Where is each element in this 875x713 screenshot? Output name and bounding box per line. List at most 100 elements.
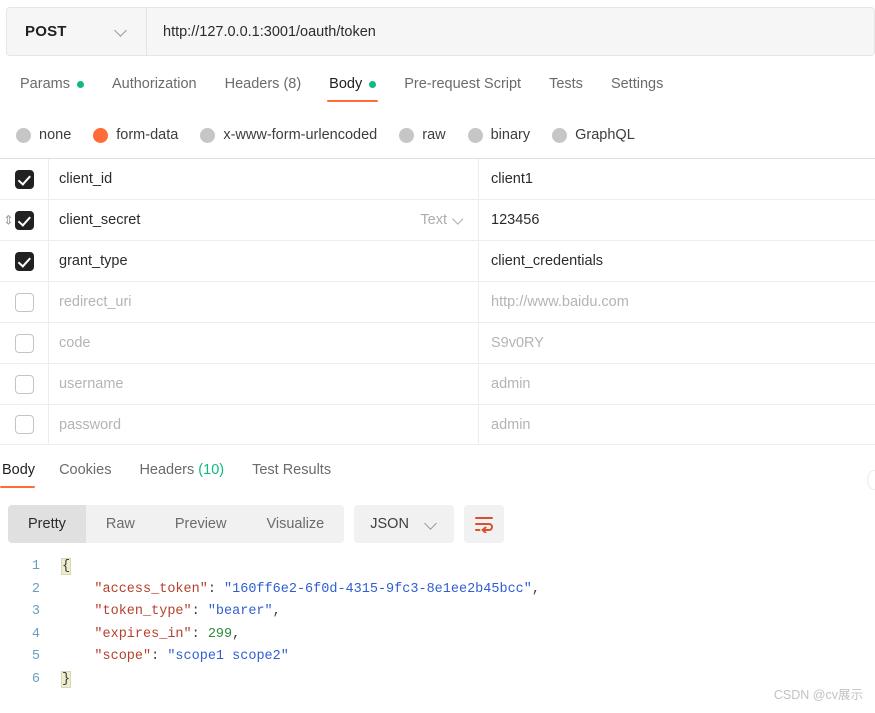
response-tab-test-results[interactable]: Test Results [238,458,345,492]
json-line-scope: "scope": "scope1 scope2" [94,649,289,665]
row-enabled-checkbox[interactable] [14,292,34,312]
json-line-close-brace: } [60,670,72,688]
body-type-none-label: none [39,127,72,143]
format-pretty-button[interactable]: Pretty [8,505,86,543]
table-row: code S9v0RY [0,322,875,363]
tab-authorization-label: Authorization [111,76,197,92]
body-type-form-data[interactable]: form-data [93,127,178,143]
row-key-text: code [59,335,91,351]
row-checkbox-cell [0,405,48,444]
body-type-graphql-label: GraphQL [575,127,635,143]
radio-selected-icon [93,127,109,143]
row-checkbox-cell [0,159,48,199]
tab-pre-request-script[interactable]: Pre-request Script [390,72,535,106]
row-enabled-checkbox[interactable] [14,169,34,189]
row-key-cell[interactable]: username [48,364,478,404]
response-tab-cookies[interactable]: Cookies [45,458,125,492]
response-tab-body[interactable]: Body [0,458,45,492]
row-key-text: client_id [59,171,113,187]
format-raw-button[interactable]: Raw [86,505,155,543]
row-value-cell[interactable]: admin [478,364,875,404]
word-wrap-button[interactable] [463,505,504,543]
body-type-binary[interactable]: binary [467,127,531,143]
response-language-dropdown[interactable]: JSON [354,505,454,543]
table-row: password admin [0,404,875,445]
body-type-x-www-form-urlencoded[interactable]: x-www-form-urlencoded [200,127,377,143]
response-format-segmented-control: Pretty Raw Preview Visualize [8,505,345,543]
row-key-cell[interactable]: client_secret Text [48,200,478,240]
json-line-access-token: "access_token": "160ff6e2-6f0d-4315-9fc3… [94,581,540,597]
tab-tests[interactable]: Tests [535,72,597,106]
row-enabled-checkbox[interactable] [14,333,34,353]
tab-headers[interactable]: Headers (8) [211,72,316,106]
modified-dot-icon [76,80,84,88]
row-value-cell[interactable]: 123456 [478,200,875,240]
table-row: grant_type client_credentials [0,240,875,281]
chevron-down-icon [425,518,438,531]
body-type-none[interactable]: none [16,127,71,143]
table-row: client_id client1 [0,158,875,199]
row-key-text: username [59,376,124,392]
http-method-label: POST [25,23,67,40]
line-number-gutter: 1 2 3 4 5 6 [0,556,56,706]
row-key-text: client_secret [59,212,141,228]
row-key-cell[interactable]: redirect_uri [48,282,478,322]
row-key-cell[interactable]: code [48,323,478,363]
json-code-lines[interactable]: { "access_token": "160ff6e2-6f0d-4315-9f… [60,556,540,692]
format-preview-button[interactable]: Preview [155,505,247,543]
row-key-text: password [59,416,122,433]
row-key-cell[interactable]: password [48,405,478,444]
tab-authorization[interactable]: Authorization [98,72,211,106]
word-wrap-icon [474,517,493,533]
format-visualize-button[interactable]: Visualize [246,505,344,543]
row-key-cell[interactable]: grant_type [48,241,478,281]
row-value-cell[interactable]: http://www.baidu.com [478,282,875,322]
url-input[interactable]: http://127.0.0.1:3001/oauth/token [147,8,874,55]
body-type-raw-label: raw [422,127,446,143]
tab-pre-request-script-label: Pre-request Script [404,76,522,92]
row-checkbox-cell [0,323,48,363]
url-bar: POST http://127.0.0.1:3001/oauth/token [6,7,875,56]
table-row: redirect_uri http://www.baidu.com [0,281,875,322]
row-value-cell[interactable]: client_credentials [478,241,875,281]
radio-icon [399,127,415,143]
row-type-label: Text [420,212,447,228]
row-value-cell[interactable]: admin [478,405,875,444]
drag-handle-icon[interactable]: ⇕ [3,214,14,227]
row-checkbox-cell [0,282,48,322]
body-type-binary-label: binary [490,127,531,143]
tab-body[interactable]: Body [315,72,390,106]
table-row: username admin [0,363,875,404]
row-enabled-checkbox[interactable] [14,415,34,434]
row-enabled-checkbox[interactable] [14,251,34,271]
body-type-form-data-label: form-data [116,127,179,143]
line-number: 5 [31,649,40,665]
postman-request-response-view: POST http://127.0.0.1:3001/oauth/token P… [0,0,875,713]
body-type-raw[interactable]: raw [399,127,446,143]
response-meta-partial-icon [867,470,875,490]
row-enabled-checkbox[interactable] [14,374,34,394]
radio-icon [16,127,31,143]
line-number: 3 [31,604,40,620]
http-method-dropdown[interactable]: POST [7,8,147,55]
json-value-access-token: "160ff6e2-6f0d-4315-9fc3-8e1ee2b45bcc" [224,581,532,597]
row-value-cell[interactable]: S9v0RY [478,323,875,363]
line-number: 1 [31,559,40,574]
row-checkbox-cell [0,364,48,404]
row-checkbox-cell [0,241,48,281]
body-type-graphql[interactable]: GraphQL [552,127,635,143]
row-type-dropdown[interactable]: Text [420,212,464,228]
response-tab-cookies-label: Cookies [59,462,112,478]
row-key-cell[interactable]: client_id [48,159,478,199]
row-value-cell[interactable]: client1 [478,159,875,199]
response-tab-test-results-label: Test Results [252,462,332,478]
response-body-viewer: 1 2 3 4 5 6 { "access_token": "160ff6e2-… [0,556,875,706]
watermark: CSDN @cv展示 [773,688,863,702]
chevron-down-icon [115,25,128,38]
response-tabs: Body Cookies Headers (10) Test Results [0,458,875,496]
tab-settings[interactable]: Settings [597,72,677,106]
row-enabled-checkbox[interactable] [14,210,34,230]
row-checkbox-cell: ⇕ [0,200,48,240]
tab-params[interactable]: Params [6,72,98,106]
response-tab-headers[interactable]: Headers (10) [125,458,238,492]
